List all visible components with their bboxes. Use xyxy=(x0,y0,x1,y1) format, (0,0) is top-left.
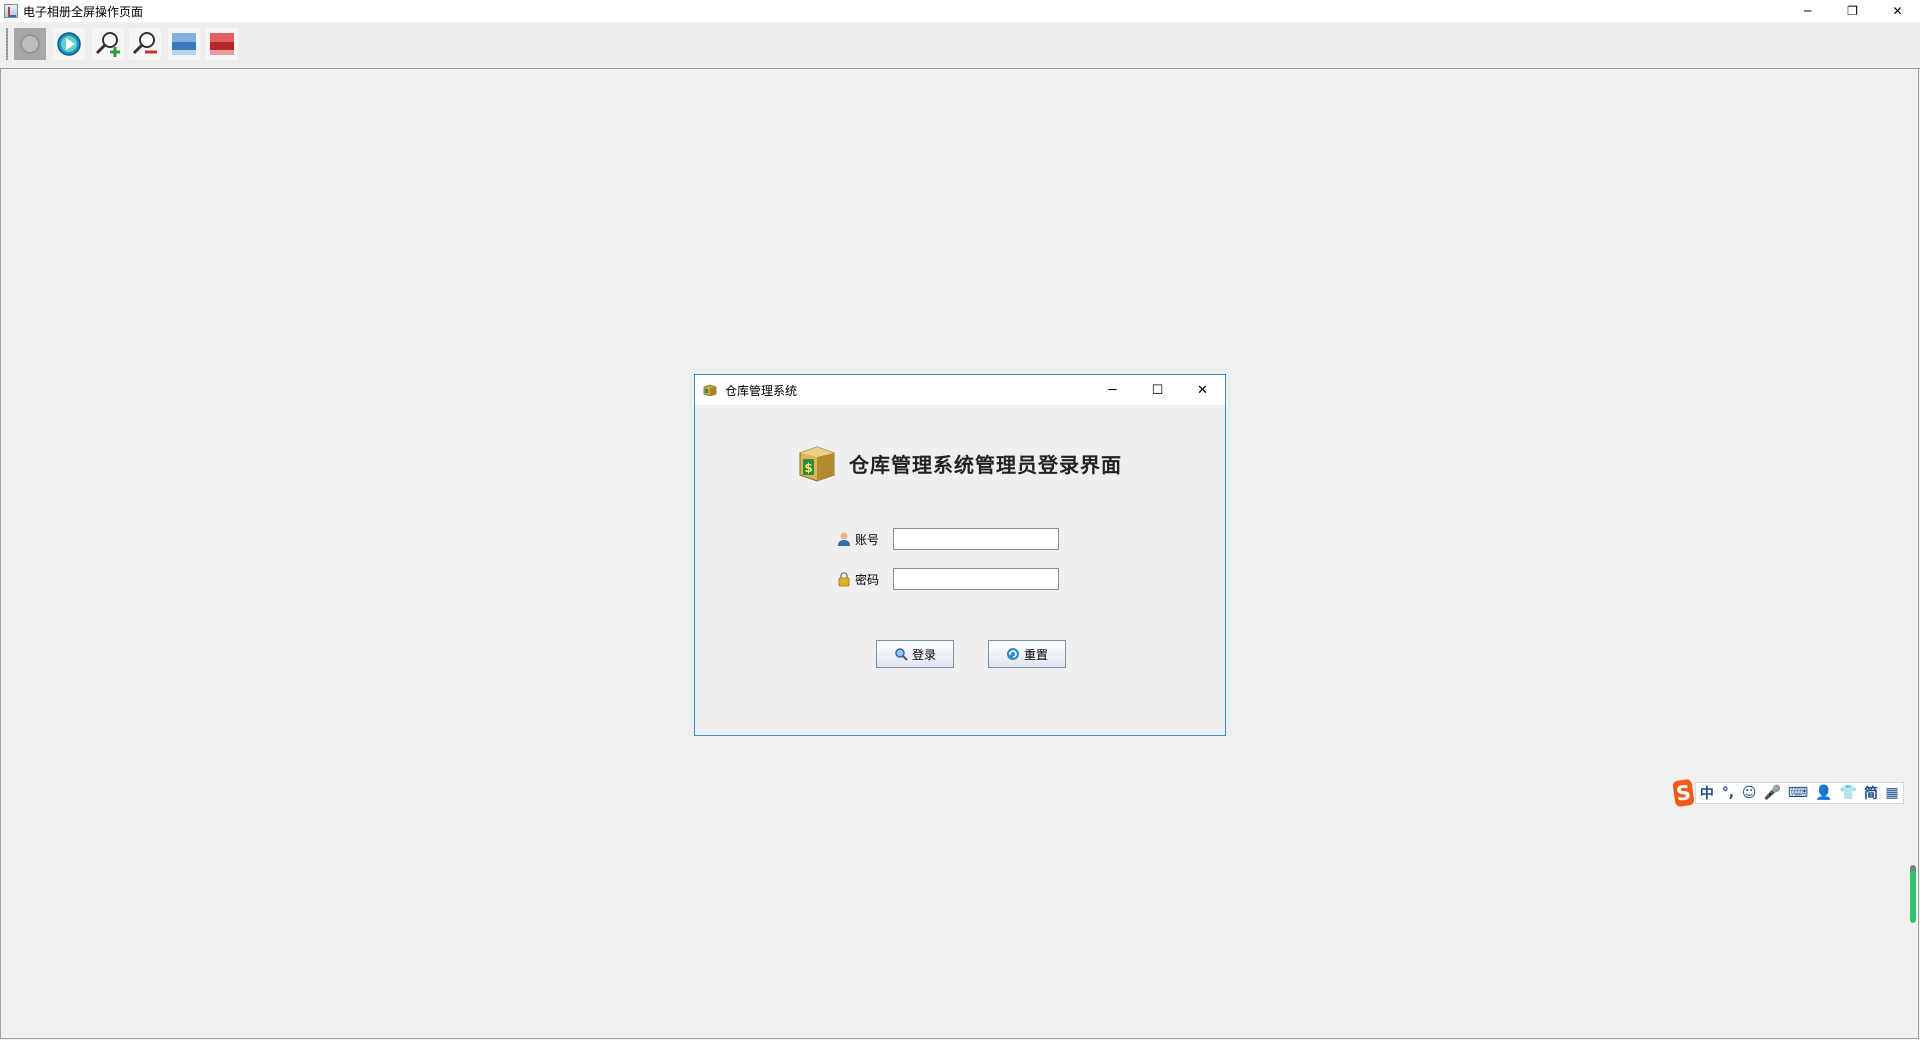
dialog-controls: ─ ☐ ✕ xyxy=(1090,375,1225,405)
toolbar xyxy=(0,22,1920,69)
dialog-close-button[interactable]: ✕ xyxy=(1180,375,1225,405)
ime-chinese-mode[interactable]: 中 xyxy=(1700,783,1714,803)
play-icon xyxy=(53,28,85,60)
account-row: 账号 xyxy=(837,528,1059,550)
login-button-label: 登录 xyxy=(911,647,936,662)
ime-user-icon[interactable]: 👤 xyxy=(1815,785,1832,801)
lock-icon xyxy=(838,572,850,587)
window-title: 电子相册全屏操作页面 xyxy=(23,4,144,19)
sogou-logo-icon[interactable]: S xyxy=(1672,778,1695,808)
side-scroll-indicator[interactable] xyxy=(1910,865,1916,923)
zoom-out-icon xyxy=(129,28,161,60)
reset-button-label: 重置 xyxy=(1023,647,1048,662)
red-panel-icon xyxy=(206,28,238,60)
gray-circle-icon xyxy=(14,28,46,60)
toolbar-button-blue[interactable] xyxy=(168,28,200,60)
toolbar-button-red[interactable] xyxy=(206,28,238,60)
money-box-icon: $ xyxy=(799,446,835,482)
svg-text:$: $ xyxy=(804,461,812,475)
dialog-titlebar[interactable]: 仓库管理系统 ─ ☐ ✕ xyxy=(695,375,1225,405)
ime-emoji-icon[interactable]: ☺ xyxy=(1742,785,1757,801)
login-dialog: 仓库管理系统 ─ ☐ ✕ $ 仓库管理系统管理员登录界面 账号 密码 登录 重置 xyxy=(694,374,1226,736)
package-icon xyxy=(703,384,717,396)
toolbar-button-zoom-in[interactable] xyxy=(92,28,124,60)
dialog-title: 仓库管理系统 xyxy=(725,383,798,398)
main-titlebar: 电子相册全屏操作页面 ─ ❐ ✕ xyxy=(0,0,1920,22)
zoom-in-icon xyxy=(92,28,124,60)
refresh-icon xyxy=(1006,648,1019,660)
blue-panel-icon xyxy=(168,28,200,60)
account-label: 账号 xyxy=(855,532,880,547)
dialog-maximize-button[interactable]: ☐ xyxy=(1135,375,1180,405)
dialog-minimize-button[interactable]: ─ xyxy=(1090,375,1135,405)
search-icon xyxy=(895,648,908,661)
ime-keyboard-icon[interactable]: ⌨ xyxy=(1788,785,1808,801)
restore-button[interactable]: ❐ xyxy=(1830,0,1875,22)
login-heading: $ 仓库管理系统管理员登录界面 xyxy=(797,443,1122,483)
toolbar-grip[interactable] xyxy=(6,28,8,60)
reset-button[interactable]: 重置 xyxy=(988,640,1066,668)
ime-toolbar: S 中 °, ☺ 🎤 ⌨ 👤 👕 简 ▦ xyxy=(1672,778,1904,808)
minimize-button[interactable]: ─ xyxy=(1785,0,1830,22)
ime-simplified-toggle[interactable]: 简 xyxy=(1864,783,1878,803)
ime-microphone-icon[interactable]: 🎤 xyxy=(1763,785,1780,801)
user-icon xyxy=(838,532,850,546)
dialog-body: $ 仓库管理系统管理员登录界面 账号 密码 登录 重置 xyxy=(695,405,1225,735)
login-button[interactable]: 登录 xyxy=(876,640,954,668)
password-input[interactable] xyxy=(893,568,1059,590)
java-app-icon xyxy=(4,4,18,18)
ime-bar: 中 °, ☺ 🎤 ⌨ 👤 👕 简 ▦ xyxy=(1694,782,1904,804)
ime-skin-icon[interactable]: 👕 xyxy=(1840,785,1857,801)
toolbar-button-play[interactable] xyxy=(53,28,85,60)
window-controls: ─ ❐ ✕ xyxy=(1785,0,1920,22)
ime-toolbox-icon[interactable]: ▦ xyxy=(1885,785,1899,801)
account-input[interactable] xyxy=(893,528,1059,550)
password-label: 密码 xyxy=(855,572,880,587)
toolbar-button-disabled[interactable] xyxy=(14,28,46,60)
password-row: 密码 xyxy=(837,568,1059,590)
login-heading-text: 仓库管理系统管理员登录界面 xyxy=(849,452,1122,477)
ime-punctuation-icon[interactable]: °, xyxy=(1721,785,1735,801)
close-button[interactable]: ✕ xyxy=(1875,0,1920,22)
toolbar-button-zoom-out[interactable] xyxy=(129,28,161,60)
